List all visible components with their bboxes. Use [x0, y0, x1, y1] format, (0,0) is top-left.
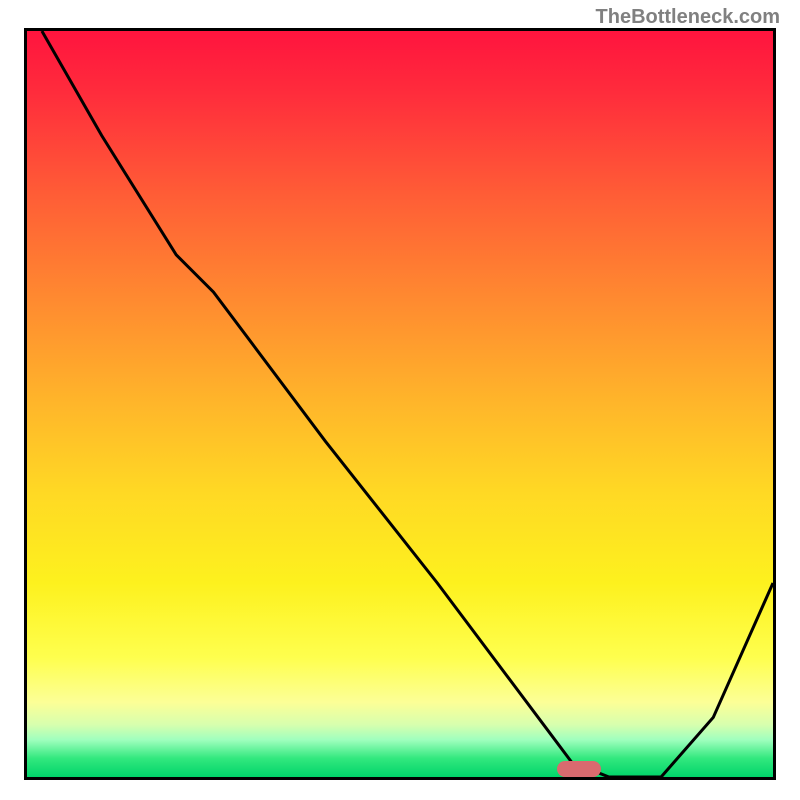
watermark-text: TheBottleneck.com	[596, 6, 780, 29]
chart-frame	[24, 28, 776, 780]
chart-curve	[27, 31, 773, 777]
bottleneck-marker	[557, 761, 602, 777]
